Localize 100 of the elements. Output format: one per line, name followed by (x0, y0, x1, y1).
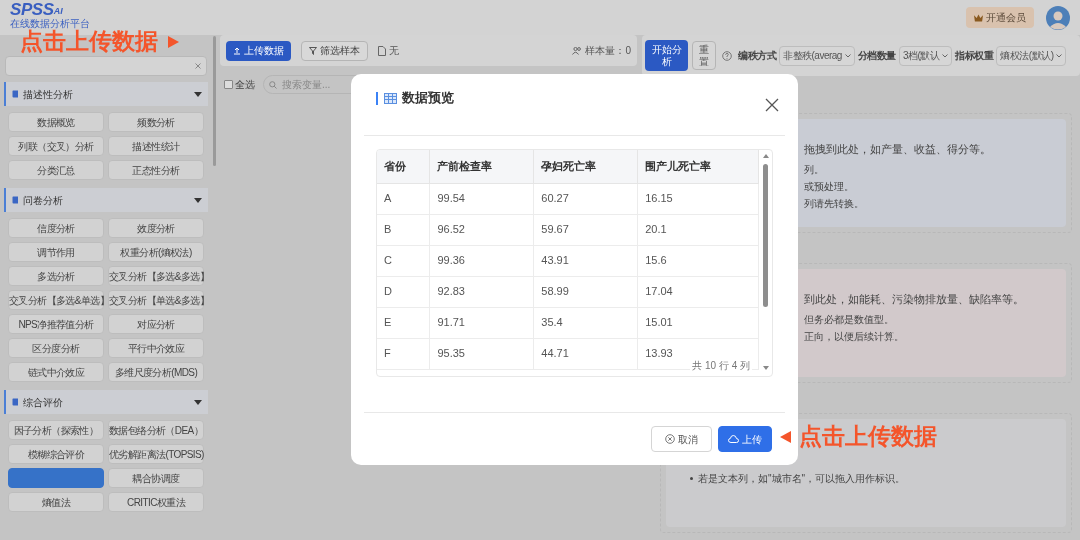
start-analysis-button[interactable]: 开始分析 (645, 40, 688, 71)
upload-button[interactable]: 上传 (718, 426, 772, 452)
upload-icon (233, 46, 241, 55)
avatar[interactable] (1046, 5, 1070, 30)
logo-suffix: AI (53, 6, 63, 16)
method-button[interactable]: 耦合协调度 (108, 468, 204, 488)
method-button[interactable]: 权重分析(熵权法) (108, 242, 204, 262)
table-cell: B (377, 214, 430, 245)
annotation-text: 点击上传数据 (799, 425, 937, 448)
method-button[interactable]: 分类汇总 (8, 160, 104, 180)
select-all-label[interactable]: 全选 (235, 77, 255, 92)
table-cell: D (377, 276, 430, 307)
hint-text: 列请先转换。 (804, 196, 864, 211)
table-cell: 15.01 (637, 307, 759, 338)
table-cell: 58.99 (533, 276, 638, 307)
book-icon (12, 90, 19, 98)
select-dropdown[interactable]: 3档(默认 (898, 45, 953, 66)
bullet-icon (690, 477, 693, 480)
cloud-icon (728, 435, 739, 443)
vip-button[interactable]: 开通会员 (966, 7, 1034, 28)
method-button[interactable]: 效度分析 (108, 218, 204, 238)
section-header[interactable]: 问卷分析 (4, 188, 208, 212)
method-button[interactable]: 多选分析 (8, 266, 104, 286)
method-button[interactable]: 优劣解距离法(TOPSIS) (108, 444, 204, 464)
table-cell: 43.91 (533, 245, 638, 276)
table-summary: 共 10 行 4 列 (690, 358, 752, 373)
scrollbar[interactable] (213, 36, 216, 166)
title-accent-bar (376, 91, 378, 105)
setting-label: 编秩方式 (738, 49, 776, 63)
hint-text: 若是文本列，如"城市名"，可以拖入用作标识。 (698, 472, 906, 486)
chevron-down-icon (942, 53, 949, 58)
filter-icon (309, 46, 317, 55)
table-cell: 35.4 (533, 307, 638, 338)
hint-text: 但务必都是数值型。 (804, 312, 894, 327)
method-button[interactable]: 交叉分析【单选&多选】 (108, 290, 204, 310)
hint-text: 拖拽到此处，如产量、收益、得分等。 (804, 142, 991, 157)
chevron-down-icon (844, 53, 851, 58)
table-cell: 44.71 (533, 338, 638, 369)
method-button[interactable]: 信度分析 (8, 218, 104, 238)
table-cell: 99.54 (429, 183, 534, 214)
upload-button[interactable]: 上传数据 (226, 40, 291, 61)
close-icon[interactable] (765, 98, 779, 112)
method-button[interactable]: 数据概览 (8, 112, 104, 132)
table-cell: 15.6 (637, 245, 759, 276)
scroll-up-icon[interactable] (762, 154, 769, 158)
method-button[interactable]: 平行中介效应 (108, 338, 204, 358)
method-button[interactable]: 正态性分析 (108, 160, 204, 180)
table-cell: 95.35 (429, 338, 534, 369)
hint-text: 到此处，如能耗、污染物排放量、缺陷率等。 (804, 292, 1024, 307)
table-icon (384, 92, 397, 104)
method-button[interactable]: 频数分析 (108, 112, 204, 132)
select-dropdown[interactable]: 非整秩(averag (779, 45, 855, 66)
method-button[interactable]: 调节作用 (8, 242, 104, 262)
setting-label: 分档数量 (857, 49, 896, 63)
hint-text: 或预处理。 (804, 179, 854, 194)
search-field[interactable] (5, 56, 207, 76)
table-cell: 16.15 (637, 183, 759, 214)
method-button[interactable]: 数据包络分析（DEA） (108, 420, 204, 440)
table-cell: 17.04 (637, 276, 759, 307)
column-header: 围产儿死亡率 (637, 150, 759, 183)
table-cell: C (377, 245, 430, 276)
method-button[interactable]: 区分度分析 (8, 338, 104, 358)
scroll-down-icon[interactable] (762, 366, 769, 370)
sample-size: 样本量：0 (585, 44, 631, 58)
section-header[interactable]: 描述性分析 (4, 82, 208, 106)
method-button[interactable]: NPS净推荐值分析 (8, 314, 104, 334)
table-cell: 96.52 (429, 214, 534, 245)
select-dropdown[interactable]: 熵权法(默认) (996, 45, 1067, 66)
reset-button[interactable]: 重置 (692, 41, 716, 70)
table-cell: 60.27 (533, 183, 638, 214)
section-header[interactable]: 综合评价 (4, 390, 208, 414)
table-cell: 99.36 (429, 245, 534, 276)
method-button[interactable]: 因子分析（探索性） (8, 420, 104, 440)
column-header: 孕妇死亡率 (533, 150, 638, 183)
method-button[interactable]: 模糊综合评价 (8, 444, 104, 464)
hint-text: 列。 (804, 162, 824, 177)
table-cell: 59.67 (533, 214, 638, 245)
method-button[interactable]: 列联（交叉）分析 (8, 136, 104, 156)
filter-button[interactable]: 筛选样本 (301, 40, 368, 61)
checkbox[interactable] (224, 80, 233, 89)
cancel-button[interactable]: 取消 (651, 426, 712, 452)
table-cell: F (377, 338, 430, 369)
book-icon (12, 398, 19, 406)
help-icon[interactable] (722, 50, 732, 61)
table-cell: A (377, 183, 430, 214)
book-icon (12, 196, 19, 204)
method-button[interactable]: 对应分析 (108, 314, 204, 334)
setting-label: 指标权重 (955, 49, 994, 63)
file-name: 无 (389, 44, 399, 58)
clear-icon[interactable] (195, 63, 201, 69)
method-button[interactable]: 描述性统计 (108, 136, 204, 156)
method-button[interactable]: 多维尺度分析(MDS) (108, 362, 204, 382)
method-button[interactable]: 交叉分析【多选&多选】 (108, 266, 204, 286)
chevron-down-icon (1056, 53, 1063, 58)
method-button[interactable]: 熵值法 (8, 492, 104, 512)
method-button[interactable]: 链式中介效应 (8, 362, 104, 382)
cancel-icon (665, 434, 675, 444)
table-cell: 92.83 (429, 276, 534, 307)
method-button[interactable]: CRITIC权重法 (108, 492, 204, 512)
method-button[interactable]: 交叉分析【多选&单选】 (8, 290, 104, 310)
